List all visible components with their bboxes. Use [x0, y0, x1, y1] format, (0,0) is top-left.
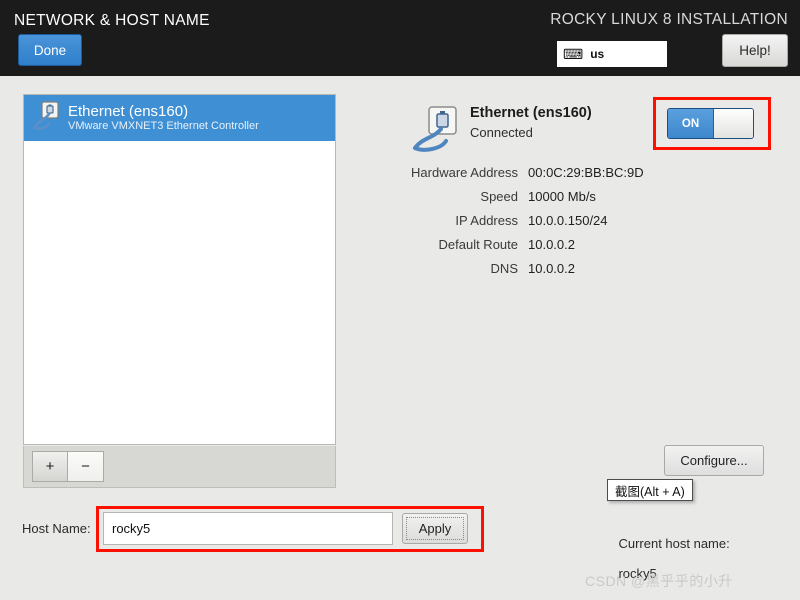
configure-button[interactable]: Configure...: [664, 445, 764, 476]
page-title: NETWORK & HOST NAME: [14, 12, 210, 29]
plus-icon: +: [45, 458, 55, 475]
current-host-name-label: Current host name:: [618, 536, 730, 551]
help-button-label: Help!: [739, 43, 771, 58]
keyboard-layout-label: us: [590, 47, 605, 61]
watermark: CSDN @黑乎乎的小升: [585, 573, 733, 589]
detail-label: Default Route: [438, 237, 519, 252]
installer-title: ROCKY LINUX 8 INSTALLATION: [550, 11, 788, 28]
device-detail-title: Ethernet (ens160): [470, 105, 592, 121]
device-connection-status: Connected: [470, 125, 533, 140]
installer-header: NETWORK & HOST NAME ROCKY LINUX 8 INSTAL…: [0, 0, 800, 76]
list-item-description: VMware VMXNET3 Ethernet Controller: [68, 120, 259, 133]
toggle-knob[interactable]: [713, 109, 753, 138]
minus-icon: −: [81, 458, 90, 475]
wired-network-icon: [32, 100, 60, 136]
remove-device-button[interactable]: −: [68, 451, 104, 482]
detail-row-ip-address: IP Address 10.0.0.150/24: [352, 213, 682, 228]
device-detail-header: Ethernet (ens160) Connected: [412, 105, 592, 158]
host-name-label: Host Name:: [22, 521, 91, 536]
done-button[interactable]: Done: [18, 34, 82, 66]
host-name-input[interactable]: [103, 512, 393, 545]
detail-label: IP Address: [455, 213, 518, 228]
detail-row-dns: DNS 10.0.0.2: [352, 261, 682, 276]
configure-button-label: Configure...: [680, 453, 748, 468]
screenshot-tooltip: 截图(Alt + A): [607, 479, 693, 501]
apply-button[interactable]: Apply: [402, 513, 468, 544]
add-device-button[interactable]: +: [32, 451, 68, 482]
detail-label: DNS: [490, 261, 518, 276]
network-enable-toggle[interactable]: ON: [667, 108, 754, 139]
network-device-list[interactable]: Ethernet (ens160) VMware VMXNET3 Etherne…: [23, 94, 336, 445]
detail-value: 10.0.0.2: [528, 237, 575, 252]
network-host-name-screen: NETWORK & HOST NAME ROCKY LINUX 8 INSTAL…: [0, 0, 800, 600]
detail-row-default-route: Default Route 10.0.0.2: [352, 237, 682, 252]
help-button[interactable]: Help!: [722, 34, 788, 67]
done-button-label: Done: [33, 42, 67, 58]
detail-row-speed: Speed 10000 Mb/s: [352, 189, 682, 204]
detail-row-hardware-address: Hardware Address 00:0C:29:BB:BC:9D: [352, 165, 682, 180]
apply-focus-ring: [406, 517, 464, 540]
detail-value: 10.0.0.150/24: [528, 213, 608, 228]
detail-label: Hardware Address: [411, 165, 518, 180]
detail-value: 00:0C:29:BB:BC:9D: [528, 165, 644, 180]
keyboard-icon: ⌨: [563, 46, 584, 62]
list-item[interactable]: Ethernet (ens160) VMware VMXNET3 Etherne…: [24, 95, 335, 141]
wired-network-icon: [412, 105, 460, 158]
detail-value: 10.0.0.2: [528, 261, 575, 276]
detail-value: 10000 Mb/s: [528, 189, 596, 204]
list-item-name: Ethernet (ens160): [68, 103, 189, 121]
screenshot-tooltip-label: 截图(Alt + A): [615, 484, 685, 499]
device-detail-rows: Hardware Address 00:0C:29:BB:BC:9D Speed…: [352, 165, 682, 285]
detail-label: Speed: [480, 189, 518, 204]
toggle-on-label: ON: [668, 109, 713, 138]
keyboard-layout-indicator[interactable]: ⌨ us: [557, 41, 667, 67]
device-list-toolbar: + −: [23, 446, 336, 488]
